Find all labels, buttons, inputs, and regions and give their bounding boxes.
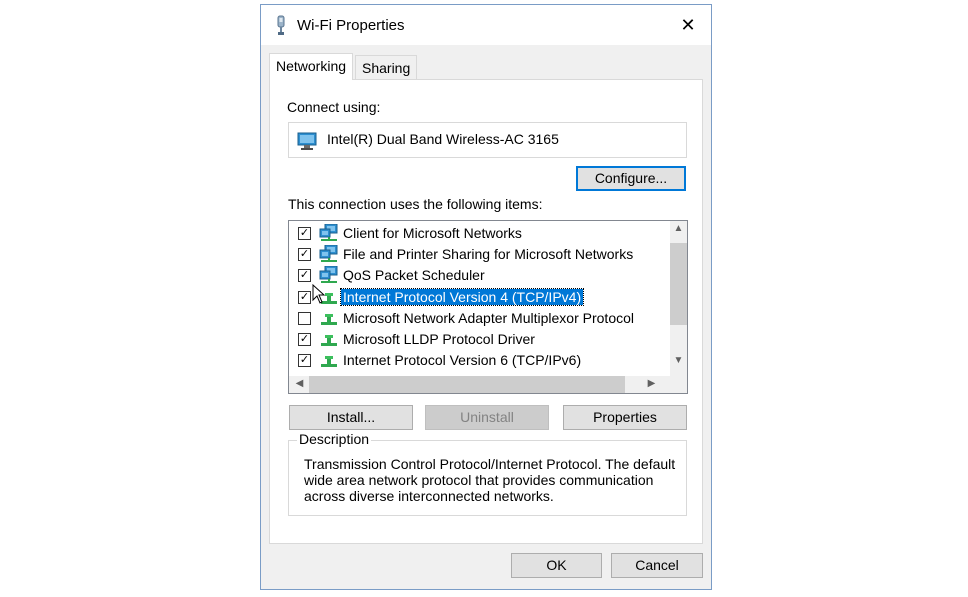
list-item[interactable]: ✓ Microsoft LLDP Protocol Driver [289, 329, 669, 350]
item-checkbox[interactable] [298, 311, 311, 325]
list-item[interactable]: ✓ Internet Protocol Version 4 (TCP/IPv4) [289, 287, 669, 308]
mouse-cursor-icon [312, 283, 326, 307]
close-icon: ✕ [680, 15, 696, 35]
list-item[interactable]: ✓ QoS Packet Scheduler [289, 265, 669, 286]
properties-button[interactable]: Properties [563, 405, 687, 430]
scroll-down-icon[interactable]: ▼ [670, 355, 687, 366]
network-card-icon [297, 131, 319, 154]
cancel-button[interactable]: Cancel [611, 553, 703, 578]
list-item[interactable]: ✓ File and Printer Sharing for Microsoft … [289, 244, 669, 265]
ok-button[interactable]: OK [511, 553, 602, 578]
network-client-icon [319, 265, 339, 284]
item-label: Microsoft LLDP Protocol Driver [343, 331, 535, 347]
protocol-icon [319, 330, 339, 348]
tab-sharing[interactable]: Sharing [355, 55, 418, 79]
vertical-scroll-thumb[interactable] [670, 243, 687, 325]
list-item[interactable]: ✓ Client for Microsoft Networks [289, 223, 669, 244]
protocol-icon [319, 351, 339, 369]
window-title: Wi-Fi Properties [297, 17, 405, 34]
item-checkbox[interactable]: ✓ [298, 333, 311, 346]
scroll-right-icon[interactable]: ▶ [643, 378, 660, 389]
item-checkbox[interactable]: ✓ [298, 354, 311, 368]
horizontal-scroll-thumb[interactable] [309, 376, 625, 393]
scroll-left-icon[interactable]: ◀ [291, 378, 308, 389]
item-label: Client for Microsoft Networks [343, 225, 522, 241]
networking-panel: Connect using: Intel(R) Dual Band Wirele… [269, 79, 703, 544]
uninstall-button[interactable]: Uninstall [425, 405, 549, 430]
description-group: Description Transmission Control Protoco… [288, 431, 687, 516]
list-item[interactable]: ✓ Internet Protocol Version 6 (TCP/IPv6) [289, 350, 669, 371]
adapter-field: Intel(R) Dual Band Wireless-AC 3165 [288, 122, 687, 158]
vertical-scrollbar[interactable]: ▲ ▼ [670, 221, 687, 376]
description-title: Description [297, 431, 372, 447]
item-label: Microsoft Network Adapter Multiplexor Pr… [343, 309, 634, 326]
item-label: File and Printer Sharing for Microsoft N… [343, 246, 634, 263]
item-checkbox[interactable]: ✓ [298, 248, 311, 262]
configure-button[interactable]: Configure... [576, 166, 686, 191]
network-adapter-icon [273, 15, 289, 40]
close-button[interactable]: ✕ [665, 5, 711, 45]
item-label: Internet Protocol Version 4 (TCP/IPv4) [339, 287, 585, 306]
item-label: QoS Packet Scheduler [343, 267, 485, 284]
scroll-up-icon[interactable]: ▲ [670, 223, 687, 234]
protocol-icon [319, 309, 339, 327]
title-bar[interactable]: Wi-Fi Properties ✕ [261, 5, 711, 45]
item-checkbox[interactable]: ✓ [298, 269, 311, 283]
horizontal-scrollbar[interactable]: ◀ ▶ [289, 376, 687, 393]
wifi-properties-dialog: Wi-Fi Properties ✕ Sharing Networking Co… [260, 4, 712, 590]
connect-using-label: Connect using: [287, 99, 381, 115]
network-client-icon [319, 223, 339, 242]
install-button[interactable]: Install... [289, 405, 413, 430]
item-checkbox[interactable]: ✓ [298, 227, 311, 240]
description-text: Transmission Control Protocol/Internet P… [304, 456, 676, 504]
adapter-name: Intel(R) Dual Band Wireless-AC 3165 [327, 131, 559, 147]
tab-networking[interactable]: Networking [269, 53, 354, 80]
items-label: This connection uses the following items… [288, 196, 543, 212]
list-item[interactable]: Microsoft Network Adapter Multiplexor Pr… [289, 308, 669, 329]
item-label: Internet Protocol Version 6 (TCP/IPv6) [343, 352, 582, 369]
network-client-icon [319, 244, 339, 263]
item-checkbox[interactable]: ✓ [298, 290, 311, 304]
connection-items-list[interactable]: ✓ Client for Microsoft Networks ✓ File and … [288, 220, 688, 394]
